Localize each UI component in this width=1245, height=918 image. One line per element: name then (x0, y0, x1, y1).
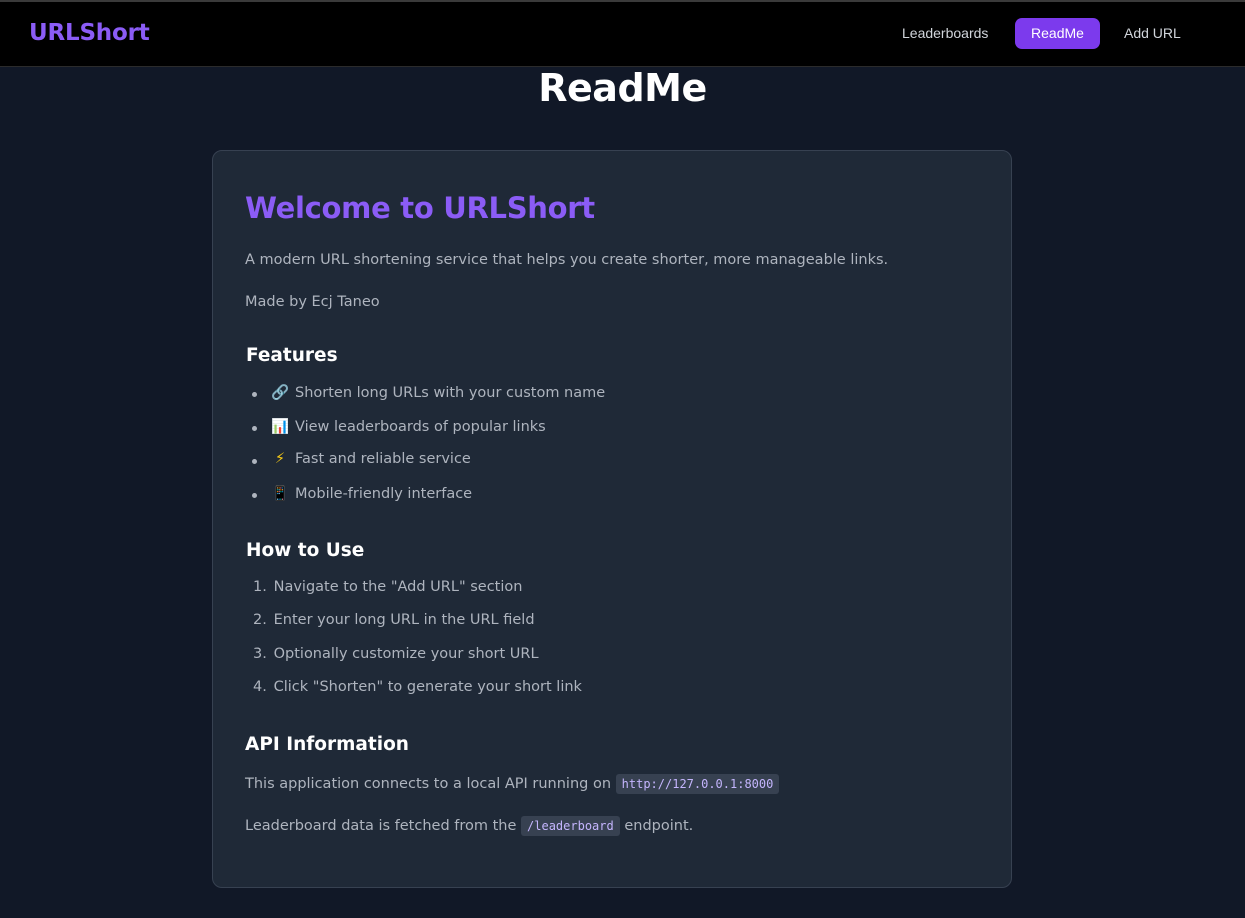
description-text: A modern URL shortening service that hel… (245, 252, 889, 268)
list-item: 3. Optionally customize your short URL (245, 646, 582, 679)
leaderboard-endpoint-code: /leaderboard (521, 816, 620, 836)
step-text: Click "Shorten" to generate your short l… (273, 679, 582, 696)
list-item: 1. Navigate to the "Add URL" section (245, 579, 582, 612)
author-text: Made by Ecj Taneo (245, 294, 380, 310)
feature-text: Fast and reliable service (295, 451, 471, 468)
feature-text: View leaderboards of popular links (295, 418, 546, 435)
step-text: Optionally customize your short URL (273, 645, 539, 662)
how-to-use-heading: How to Use (246, 540, 365, 561)
lightning-icon: ⚡ (274, 451, 286, 468)
page-title: ReadMe (538, 66, 707, 110)
list-item: 📱 Mobile-friendly interface (245, 485, 605, 519)
feature-text: Mobile-friendly interface (295, 485, 473, 502)
api-url-code: http://127.0.0.1:8000 (615, 774, 780, 794)
list-item: ⚡ Fast and reliable service (245, 451, 605, 485)
step-number: 2. (253, 612, 267, 629)
leaderboard-endpoint-text: Leaderboard data is fetched from the /le… (245, 816, 694, 836)
nav-add-url-link[interactable]: Add URL (1108, 18, 1197, 49)
step-number: 1. (253, 579, 267, 595)
api-text-prefix: This application connects to a local API… (245, 776, 612, 792)
list-item: 2. Enter your long URL in the URL field (245, 612, 582, 645)
chart-icon: 📊 (271, 418, 290, 435)
brand-logo[interactable]: URLShort (29, 20, 150, 46)
navbar: URLShort Leaderboards ReadMe Add URL (0, 2, 1245, 67)
feature-text: Shorten long URLs with your custom name (295, 385, 606, 401)
nav-readme-link[interactable]: ReadMe (1015, 18, 1100, 49)
features-heading: Features (246, 345, 338, 366)
list-item: 4. Click "Shorten" to generate your shor… (245, 679, 582, 712)
list-item: 🔗 Shorten long URLs with your custom name (245, 384, 605, 418)
step-text: Enter your long URL in the URL field (273, 612, 535, 629)
step-number: 3. (253, 645, 267, 662)
welcome-heading: Welcome to URLShort (245, 191, 595, 225)
endpoint-text-prefix: Leaderboard data is fetched from the (245, 818, 517, 834)
link-icon: 🔗 (271, 385, 290, 401)
list-item: 📊 View leaderboards of popular links (245, 418, 605, 452)
features-list: 🔗 Shorten long URLs with your custom name… (245, 384, 605, 518)
mobile-phone-icon: 📱 (271, 485, 290, 502)
step-text: Navigate to the "Add URL" section (273, 579, 523, 595)
api-connection-text: This application connects to a local API… (245, 774, 780, 794)
api-information-heading: API Information (245, 734, 409, 755)
readme-card: Welcome to URLShort A modern URL shorten… (212, 150, 1012, 888)
steps-list: 1. Navigate to the "Add URL" section 2. … (245, 579, 582, 713)
nav-leaderboards-link[interactable]: Leaderboards (886, 18, 1004, 49)
step-number: 4. (253, 679, 267, 696)
endpoint-text-suffix: endpoint. (624, 818, 694, 834)
